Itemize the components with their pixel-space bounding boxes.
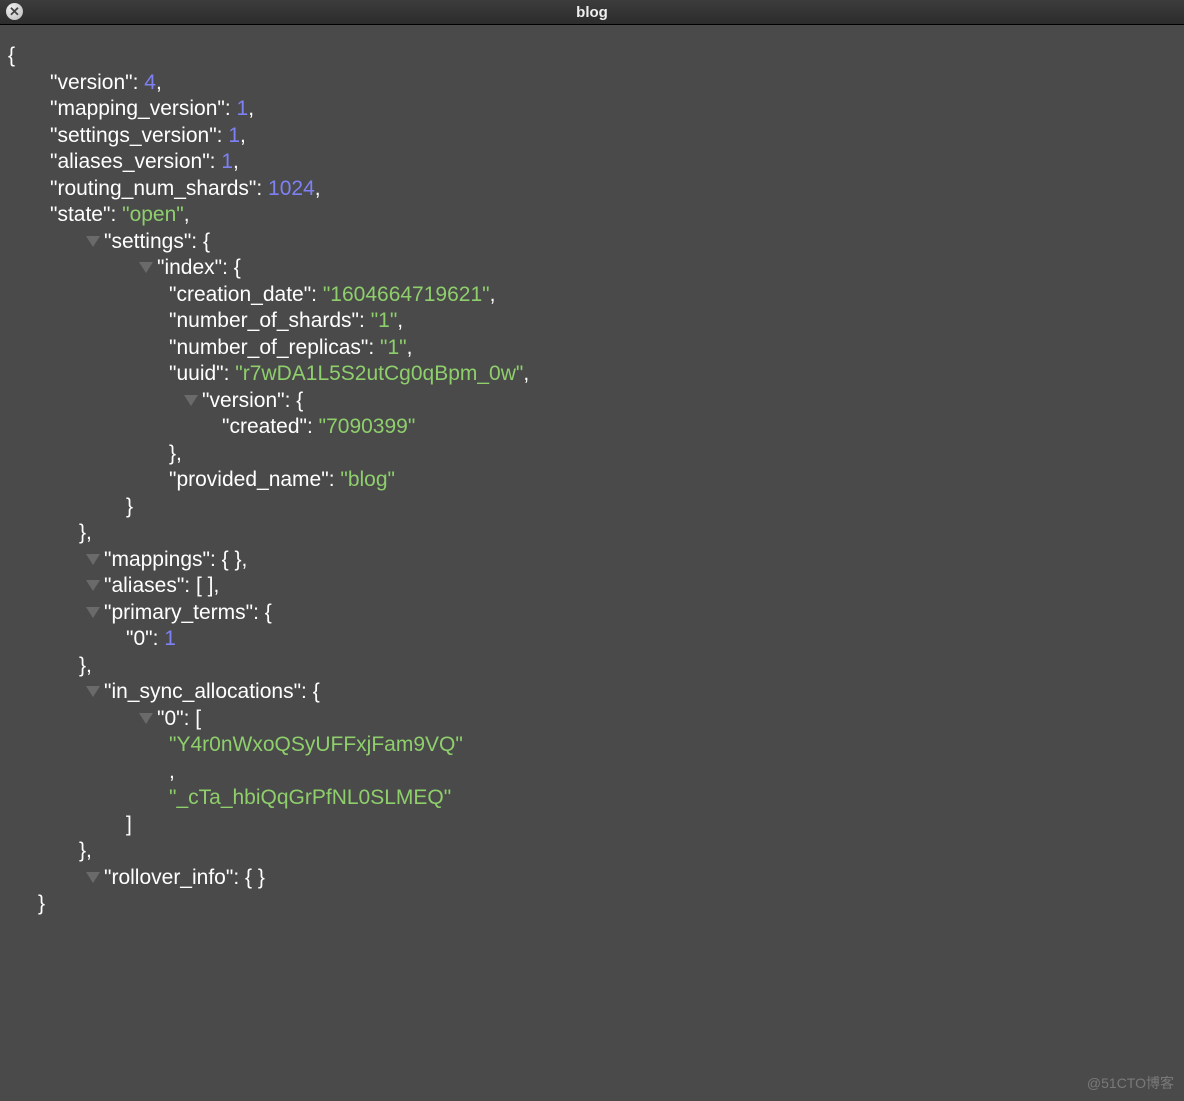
brace-close: },: [8, 441, 1176, 468]
json-row: "Y4r0nWxoQSyUFFxjFam9VQ": [8, 732, 1176, 759]
json-row: "routing_num_shards": 1024,: [8, 176, 1176, 203]
json-row: "uuid": "r7wDA1L5S2utCg0qBpm_0w",: [8, 361, 1176, 388]
brace-close: },: [8, 653, 1176, 680]
chevron-down-icon[interactable]: [86, 607, 100, 618]
json-viewer: { "version": 4, "mapping_version": 1, "s…: [0, 25, 1184, 936]
json-row: "0": [: [8, 706, 1176, 733]
json-row: "primary_terms": {: [8, 600, 1176, 627]
json-row: "0": 1: [8, 626, 1176, 653]
json-row: "mapping_version": 1,: [8, 96, 1176, 123]
json-row: "_cTa_hbiQqGrPfNL0SLMEQ": [8, 785, 1176, 812]
close-icon: ✕: [9, 4, 20, 20]
window-titlebar: ✕ blog: [0, 0, 1184, 25]
chevron-down-icon[interactable]: [86, 872, 100, 883]
json-row: "provided_name": "blog": [8, 467, 1176, 494]
json-row: "number_of_shards": "1",: [8, 308, 1176, 335]
json-row: "version": 4,: [8, 70, 1176, 97]
json-row: "settings": {: [8, 229, 1176, 256]
json-row: ,: [8, 759, 1176, 786]
chevron-down-icon[interactable]: [86, 236, 100, 247]
chevron-down-icon[interactable]: [86, 686, 100, 697]
watermark: @51CTO博客: [1087, 1073, 1174, 1093]
window-title: blog: [576, 4, 608, 21]
json-row: "aliases": [ ],: [8, 573, 1176, 600]
json-row: "creation_date": "1604664719621",: [8, 282, 1176, 309]
chevron-down-icon[interactable]: [139, 713, 153, 724]
json-row: "index": {: [8, 255, 1176, 282]
json-row: "created": "7090399": [8, 414, 1176, 441]
chevron-down-icon[interactable]: [86, 554, 100, 565]
chevron-down-icon[interactable]: [139, 262, 153, 273]
chevron-down-icon[interactable]: [86, 580, 100, 591]
chevron-down-icon[interactable]: [184, 395, 198, 406]
bracket-close: ]: [8, 812, 1176, 839]
json-row: "number_of_replicas": "1",: [8, 335, 1176, 362]
json-row: "state": "open",: [8, 202, 1176, 229]
json-row: "version": {: [8, 388, 1176, 415]
json-row: "mappings": { },: [8, 547, 1176, 574]
close-button[interactable]: ✕: [6, 3, 23, 20]
brace-close: },: [8, 520, 1176, 547]
json-row: "in_sync_allocations": {: [8, 679, 1176, 706]
json-row: "rollover_info": { }: [8, 865, 1176, 892]
brace-close: }: [8, 891, 1176, 918]
brace-open: {: [8, 43, 1176, 70]
json-row: "aliases_version": 1,: [8, 149, 1176, 176]
json-row: "settings_version": 1,: [8, 123, 1176, 150]
brace-close: }: [8, 494, 1176, 521]
brace-close: },: [8, 838, 1176, 865]
